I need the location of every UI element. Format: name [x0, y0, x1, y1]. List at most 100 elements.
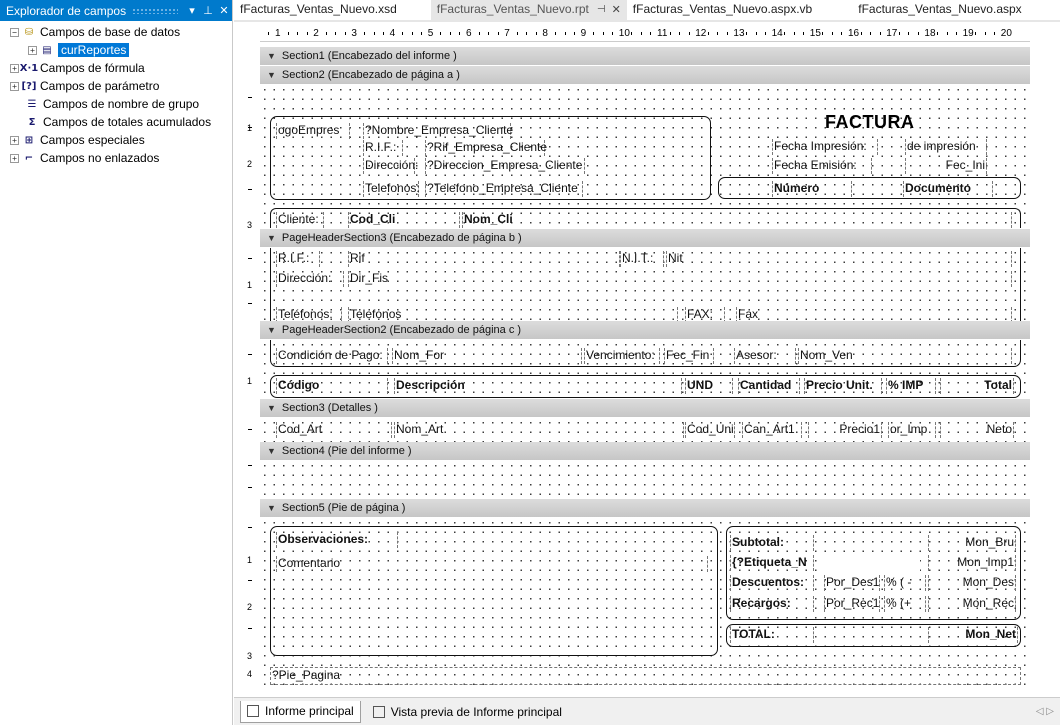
- client-rif-label[interactable]: R.I.F.:: [276, 251, 320, 267]
- scroll-arrows-icon[interactable]: ◁ ▷: [1036, 706, 1054, 717]
- section-body-page-header-c[interactable]: Condición de Pago: Nom_For Vencimiento: …: [260, 340, 1030, 402]
- section-bar-page-footer[interactable]: ▼ Section5 (Pie de página ): [260, 499, 1030, 517]
- report-design-surface[interactable]: ▼ Section1 (Encabezado del informe ) ▼ S…: [240, 44, 1030, 686]
- client-nit-label[interactable]: N.I.T.:: [620, 251, 664, 267]
- section-body-details[interactable]: Cod_Art Nom_Art Cod_Uni Can_Art1 Precio1…: [260, 418, 1030, 442]
- tree-item-special-fields[interactable]: + ⊞ Campos especiales: [0, 131, 232, 149]
- expand-icon[interactable]: +: [10, 135, 19, 145]
- company-rif-field[interactable]: ?Rif_Empresa_Cliente: [425, 140, 547, 156]
- print-date-field[interactable]: de impresión: [905, 139, 987, 155]
- section-body-report-footer[interactable]: [260, 461, 1030, 499]
- collapse-triangle-icon[interactable]: ▼: [267, 503, 276, 513]
- tree-item-formula-fields[interactable]: + X·1 Campos de fórmula: [0, 59, 232, 77]
- due-date-field[interactable]: Fec_Fin: [664, 348, 714, 364]
- section-bar-details[interactable]: ▼ Section3 (Detalles ): [260, 399, 1030, 417]
- tab-xsd[interactable]: fFacturas_Ventas_Nuevo.xsd: [234, 0, 403, 20]
- collapse-triangle-icon[interactable]: ▼: [267, 403, 276, 413]
- column-header-unit-price[interactable]: Precio Unit.: [804, 378, 882, 394]
- tree-item-unbound-fields[interactable]: + ⌐ Campos no enlazados: [0, 149, 232, 167]
- title-grip[interactable]: [132, 7, 178, 14]
- tree-item-database-fields[interactable]: − ⛁ Campos de base de datos: [0, 23, 232, 41]
- collapse-triangle-icon[interactable]: ▼: [267, 233, 276, 243]
- detail-unit[interactable]: Cod_Uni: [685, 422, 735, 438]
- phone-label[interactable]: Telefonos:: [363, 181, 420, 197]
- tab-rpt[interactable]: fFacturas_Ventas_Nuevo.rpt ⊣ ✕: [430, 0, 627, 20]
- tax-label-field[interactable]: {?Etiqueta_N: [730, 555, 814, 571]
- issue-date-field[interactable]: Fec_Ini: [905, 158, 987, 174]
- document-field[interactable]: Documento: [903, 181, 993, 197]
- surcharge-percent-field[interactable]: Por_Rec1: [824, 596, 880, 612]
- print-date-label[interactable]: Fecha Impresión:: [772, 139, 878, 155]
- page-footer-field[interactable]: ?Pie_Pagina: [270, 667, 1021, 685]
- discounts-label[interactable]: Descuentos:: [730, 575, 814, 591]
- tree-item-curreportes[interactable]: + ▤ curReportes: [0, 41, 232, 59]
- tab-aspx-vb[interactable]: fFacturas_Ventas_Nuevo.aspx.vb: [627, 0, 818, 20]
- invoice-title[interactable]: FACTURA: [825, 112, 915, 133]
- pin-icon[interactable]: ⊥: [200, 4, 216, 17]
- total-label[interactable]: TOTAL:: [730, 627, 814, 643]
- column-header-description[interactable]: Descripción: [394, 378, 682, 394]
- collapse-triangle-icon[interactable]: ▼: [267, 446, 276, 456]
- company-name-field[interactable]: ?Nombre_Empresa_Cliente: [363, 123, 513, 139]
- tab-main-report-preview[interactable]: Vista previa de Informe principal: [367, 701, 568, 723]
- total-amount-field[interactable]: Mon_Net: [928, 627, 1018, 643]
- surcharges-label[interactable]: Recargos:: [730, 596, 814, 612]
- rif-label[interactable]: R.I.F.:: [363, 140, 403, 156]
- dropdown-icon[interactable]: ▾: [184, 4, 200, 17]
- discount-amount-field[interactable]: Mon_Des: [928, 575, 1016, 591]
- tree-item-parameter-fields[interactable]: + [?] Campos de parámetro: [0, 77, 232, 95]
- close-icon[interactable]: ✕: [612, 3, 621, 16]
- section-bar-page-header-b[interactable]: ▼ PageHeaderSection3 (Encabezado de pági…: [260, 229, 1030, 247]
- column-header-quantity[interactable]: Cantidad: [738, 378, 800, 394]
- discount-percent-label[interactable]: % ( -: [884, 575, 926, 591]
- subtotal-label[interactable]: Subtotal:: [730, 535, 814, 551]
- company-address-field[interactable]: ?Direccion_Empresa_Cliente: [425, 158, 585, 174]
- company-phone-field[interactable]: ?Telefono_Empresa_Cliente: [425, 181, 583, 197]
- payment-terms-label[interactable]: Condición de Pago:: [276, 348, 388, 364]
- section-bar-report-header[interactable]: ▼ Section1 (Encabezado del informe ): [260, 47, 1030, 65]
- tab-aspx[interactable]: fFacturas_Ventas_Nuevo.aspx: [852, 0, 1027, 20]
- surcharge-amount-field[interactable]: Mon_Rec: [928, 596, 1016, 612]
- column-header-tax-percent[interactable]: % IMP: [886, 378, 936, 394]
- column-header-unit[interactable]: UND: [685, 378, 733, 394]
- section-body-page-header-b[interactable]: R.I.F.: Rif N.I.T.: Nit Dirección: Dir_F…: [260, 248, 1030, 323]
- client-code-field[interactable]: Cod_Cli: [348, 212, 460, 228]
- advisor-label[interactable]: Asesor:: [734, 348, 796, 364]
- section-body-page-footer[interactable]: Observaciones: Comentario Subtotal: Mon_…: [260, 518, 1030, 686]
- section-bar-report-footer[interactable]: ▼ Section4 (Pie del informe ): [260, 442, 1030, 460]
- discount-percent-field[interactable]: Por_Des1: [824, 575, 880, 591]
- collapse-triangle-icon[interactable]: ▼: [267, 325, 276, 335]
- collapse-icon[interactable]: −: [10, 27, 19, 37]
- address-label[interactable]: Dirección:: [363, 158, 418, 174]
- comment-field[interactable]: Comentario: [276, 556, 708, 572]
- payment-terms-field[interactable]: Nom_For: [392, 348, 582, 364]
- company-logo-field[interactable]: ogoEmpres: [276, 123, 350, 139]
- section-bar-page-header-c[interactable]: ▼ PageHeaderSection2 (Encabezado de pági…: [260, 321, 1030, 339]
- client-name-field[interactable]: Nom_Cli: [462, 212, 1012, 228]
- expand-icon[interactable]: +: [10, 153, 19, 163]
- client-address-label[interactable]: Dirección:: [276, 271, 344, 287]
- detail-tax-percent[interactable]: or_Imp: [888, 422, 936, 438]
- client-label[interactable]: Cliente:: [276, 212, 324, 228]
- column-header-code[interactable]: Código: [276, 378, 388, 394]
- expand-icon[interactable]: +: [10, 81, 19, 91]
- subtotal-field[interactable]: Mon_Bru: [928, 535, 1016, 551]
- detail-net[interactable]: Neto: [940, 422, 1014, 438]
- client-address-field[interactable]: Dir_Fis: [348, 271, 1012, 287]
- surcharge-percent-label[interactable]: % (+: [884, 596, 926, 612]
- detail-item-code[interactable]: Cod_Art: [276, 422, 392, 438]
- detail-quantity[interactable]: Can_Art1: [742, 422, 802, 438]
- detail-item-name[interactable]: Nom_Art: [394, 422, 684, 438]
- tree-item-group-name-fields[interactable]: ☰ Campos de nombre de grupo: [0, 95, 232, 113]
- tab-main-report[interactable]: Informe principal: [240, 700, 361, 723]
- close-icon[interactable]: ✕: [216, 4, 232, 17]
- collapse-triangle-icon[interactable]: ▼: [267, 70, 276, 80]
- section-bar-page-header-a[interactable]: ▼ Section2 (Encabezado de página a ): [260, 66, 1030, 84]
- due-date-label[interactable]: Vencimiento:: [584, 348, 660, 364]
- tax-amount-field[interactable]: Mon_Imp1: [928, 555, 1016, 571]
- advisor-field[interactable]: Nom_Ven: [798, 348, 1012, 364]
- column-header-total[interactable]: Total: [940, 378, 1014, 394]
- client-rif-field[interactable]: Rif: [348, 251, 620, 267]
- tree-item-running-total-fields[interactable]: Σ Campos de totales acumulados: [0, 113, 232, 131]
- pin-icon[interactable]: ⊣: [597, 4, 606, 15]
